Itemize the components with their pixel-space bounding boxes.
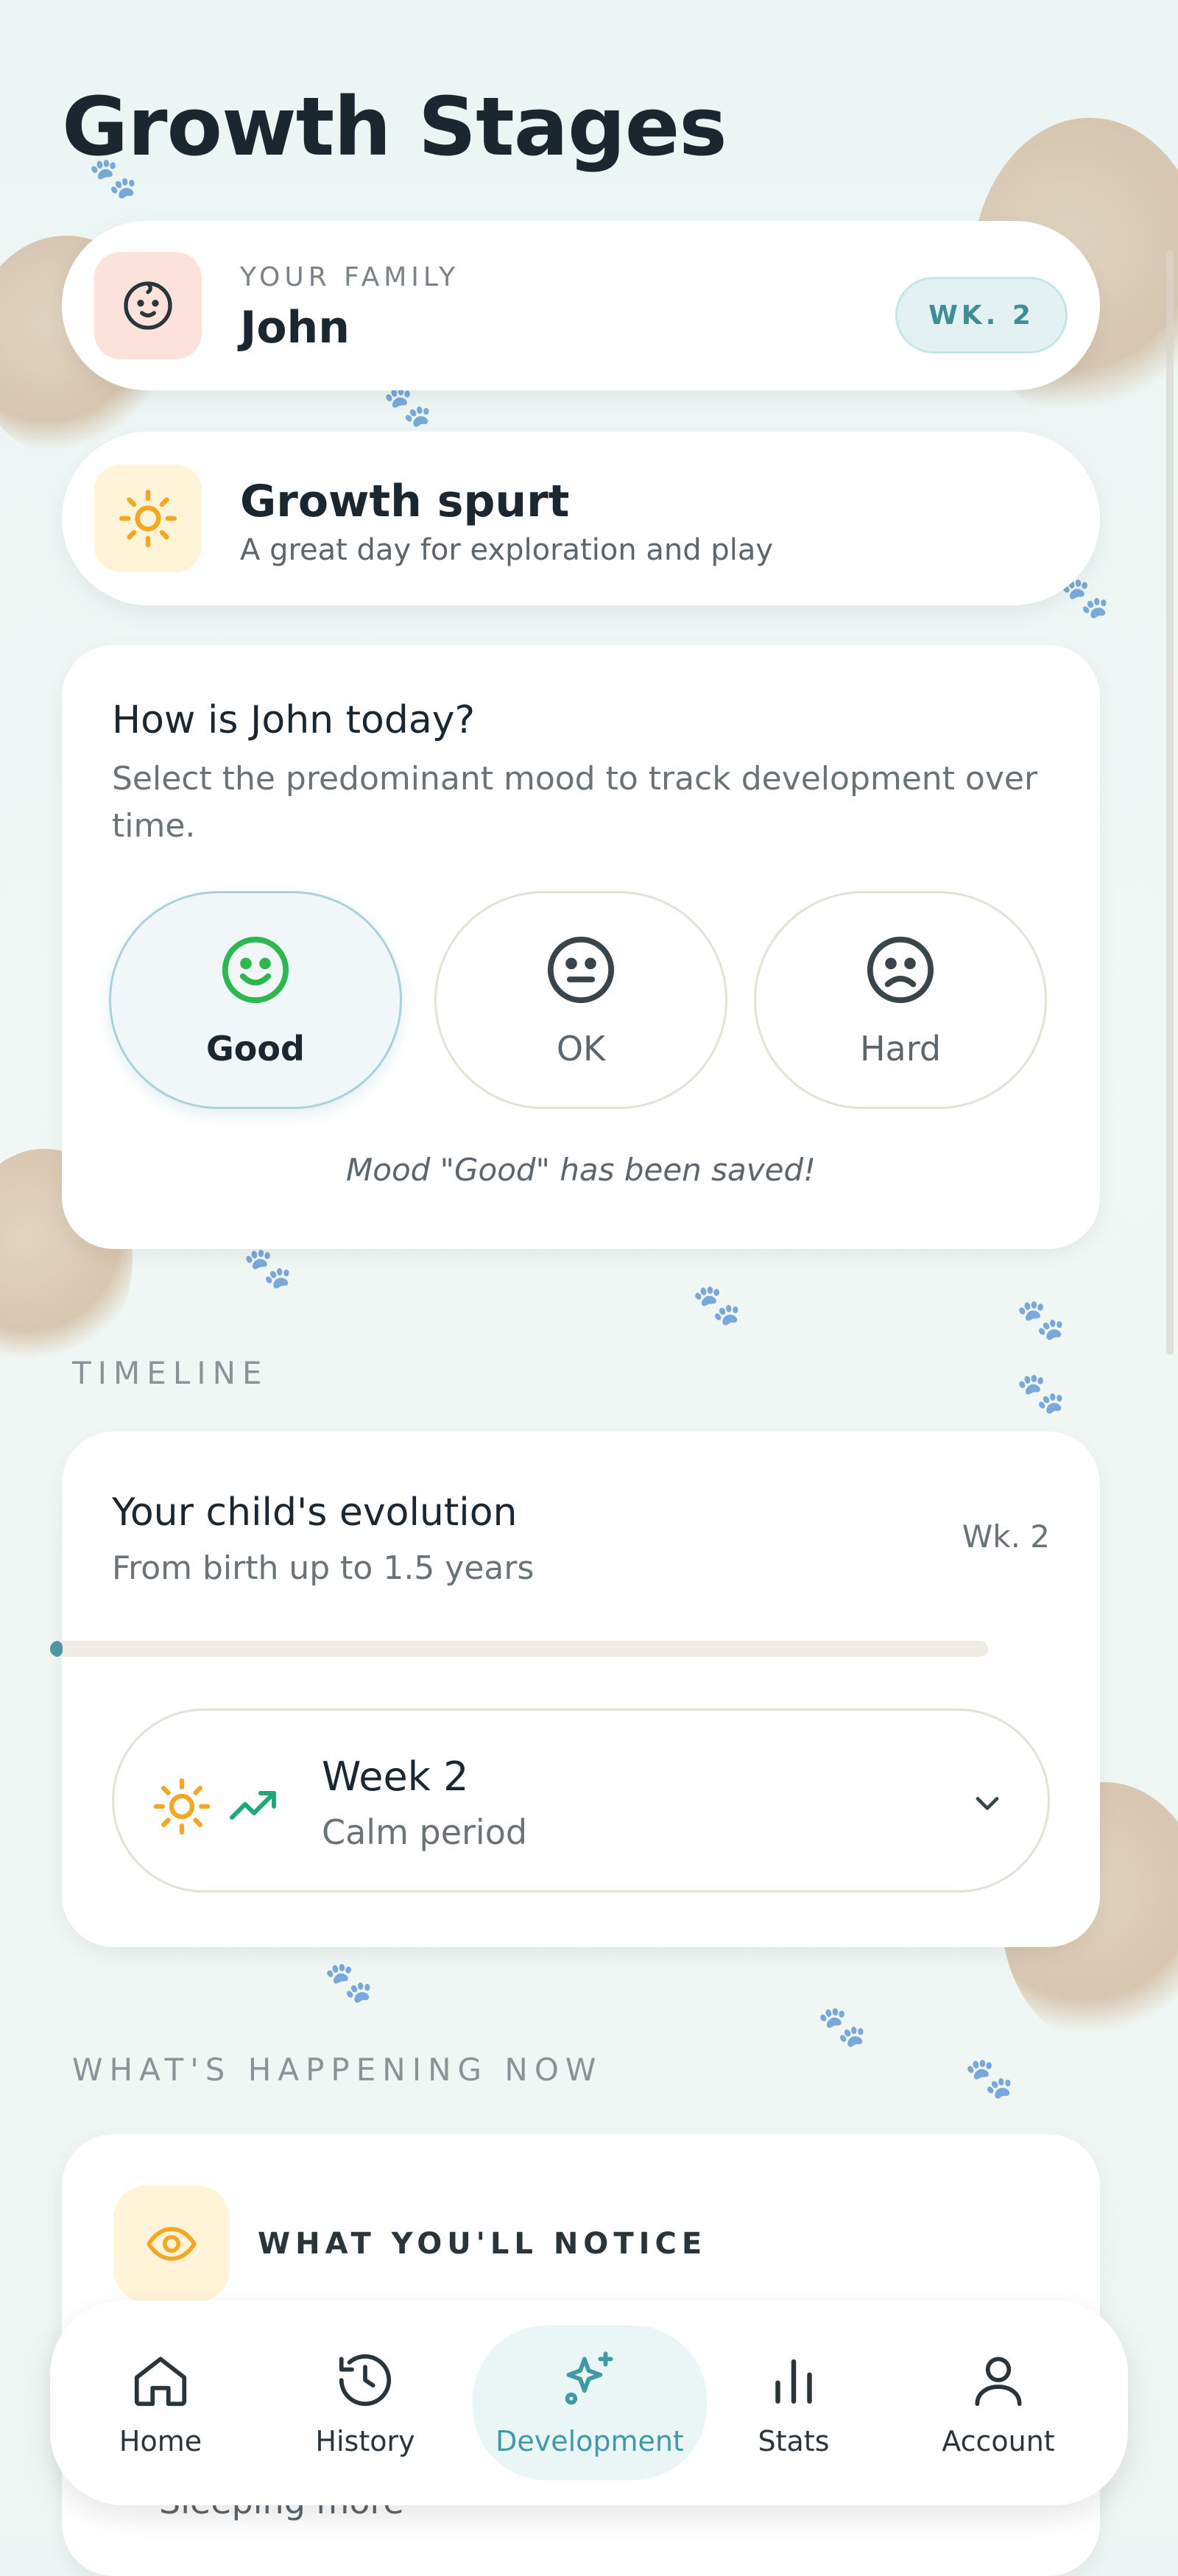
sparkles-icon xyxy=(565,2351,613,2405)
scrollbar[interactable] xyxy=(1166,250,1174,1355)
timeline-progress-fill xyxy=(50,1641,63,1657)
nav-label-history: History xyxy=(315,2425,415,2457)
mood-good-button[interactable]: Good xyxy=(109,891,402,1109)
week-selector[interactable]: Week 2 Calm period xyxy=(112,1708,1050,1893)
nav-label-development: Development xyxy=(495,2425,684,2457)
sad-face-icon xyxy=(867,936,934,1004)
history-icon xyxy=(339,2354,392,2407)
nav-label-stats: Stats xyxy=(758,2425,830,2457)
sun-icon xyxy=(94,465,202,572)
mood-hard-label: Hard xyxy=(859,1029,942,1069)
mood-hard-button[interactable]: Hard xyxy=(754,891,1047,1109)
chevron-down-icon[interactable] xyxy=(968,1784,1006,1823)
week-subtitle: Calm period xyxy=(322,1812,528,1852)
trend-up-icon xyxy=(230,1791,276,1820)
bar-chart-icon xyxy=(775,2359,812,2404)
happening-section-label: WHAT'S HAPPENING NOW xyxy=(72,2052,603,2088)
timeline-card: Your child's evolution From birth up to … xyxy=(62,1432,1100,1947)
neutral-face-icon xyxy=(547,936,615,1004)
mood-saved-message: Mood "Good" has been saved! xyxy=(346,1152,816,1188)
bottom-nav: Home History Development Stats Account xyxy=(50,2301,1128,2505)
home-icon xyxy=(134,2357,187,2407)
timeline-subtitle: From birth up to 1.5 years xyxy=(112,1549,535,1587)
nav-item-account[interactable]: Account xyxy=(888,2326,1109,2480)
mood-ok-label: OK xyxy=(556,1029,606,1069)
eye-icon xyxy=(113,2186,230,2302)
sun-icon xyxy=(153,1778,211,1835)
mood-card: How is John today? Select the predominan… xyxy=(62,645,1100,1249)
status-title: Growth spurt xyxy=(240,476,570,527)
smile-face-icon xyxy=(222,936,289,1004)
week-title: Week 2 xyxy=(322,1753,469,1800)
baby-face-icon xyxy=(94,252,202,359)
page-title: Growth Stages xyxy=(62,80,727,174)
notice-label: WHAT YOU'LL NOTICE xyxy=(258,2227,708,2261)
mood-ok-button[interactable]: OK xyxy=(434,891,727,1109)
mood-good-label: Good xyxy=(206,1029,305,1069)
user-icon xyxy=(975,2357,1022,2407)
nav-item-development[interactable]: Development xyxy=(473,2326,707,2480)
nav-label-home: Home xyxy=(119,2425,202,2457)
nav-item-stats[interactable]: Stats xyxy=(683,2326,904,2480)
nav-item-history[interactable]: History xyxy=(255,2326,476,2480)
timeline-progress-bar xyxy=(50,1641,988,1657)
timeline-section-label: TIMELINE xyxy=(72,1355,269,1391)
family-card[interactable]: YOUR FAMILY John WK. 2 xyxy=(62,221,1100,390)
family-label: YOUR FAMILY xyxy=(240,262,460,292)
timeline-week-label: Wk. 2 xyxy=(962,1518,1050,1555)
growth-status-card: Growth spurt A great day for exploration… xyxy=(62,432,1100,605)
mood-description: Select the predominant mood to track dev… xyxy=(112,760,1038,845)
child-name: John xyxy=(240,302,350,353)
nav-item-home[interactable]: Home xyxy=(50,2326,271,2480)
nav-label-account: Account xyxy=(942,2425,1055,2457)
week-badge: WK. 2 xyxy=(895,277,1068,353)
mood-question: How is John today? xyxy=(112,698,476,742)
status-subtitle: A great day for exploration and play xyxy=(240,533,774,567)
timeline-title: Your child's evolution xyxy=(112,1491,518,1535)
